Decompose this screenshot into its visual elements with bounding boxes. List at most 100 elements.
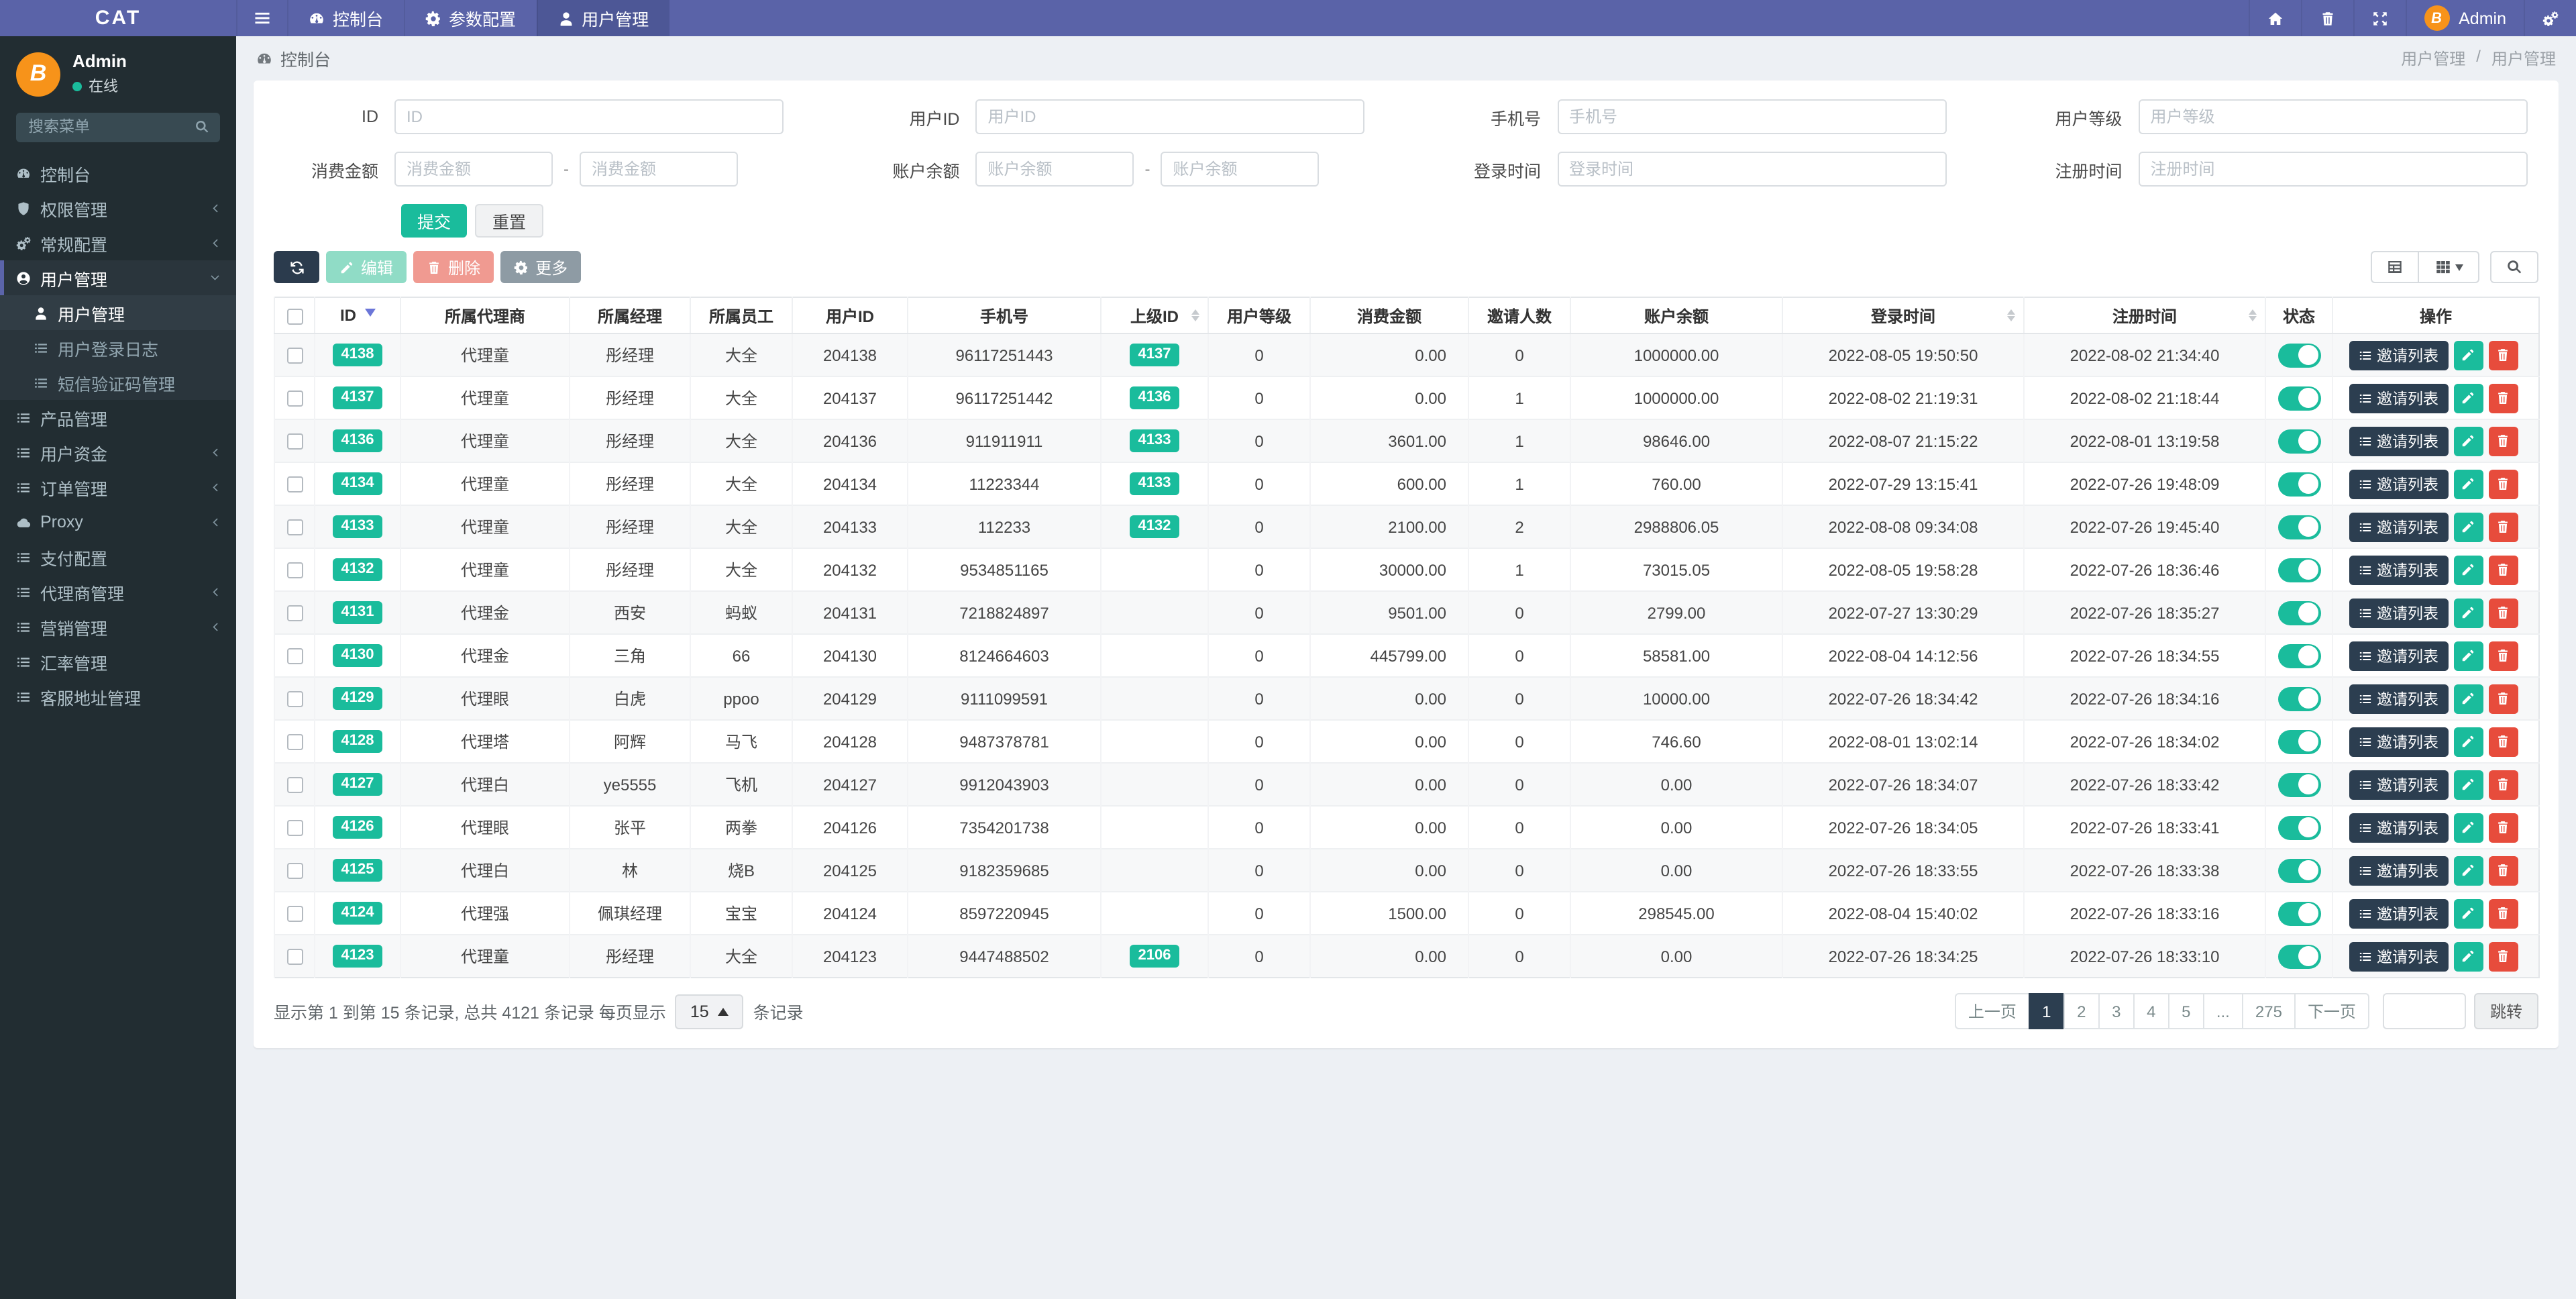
status-toggle[interactable] [2277, 558, 2320, 582]
refresh-button[interactable] [274, 251, 319, 283]
page-button-4[interactable]: 4 [2133, 993, 2169, 1029]
jump-page-input[interactable] [2382, 993, 2466, 1029]
status-toggle[interactable] [2277, 343, 2320, 367]
invite-list-button[interactable]: 邀请列表 [2349, 941, 2448, 971]
row-delete-button[interactable] [2488, 512, 2518, 541]
column-header-上级ID[interactable]: 上级ID [1100, 297, 1208, 334]
invite-list-button[interactable]: 邀请列表 [2349, 512, 2448, 541]
reset-button[interactable]: 重置 [475, 204, 544, 238]
row-delete-button[interactable] [2488, 469, 2518, 499]
row-checkbox[interactable] [286, 863, 303, 880]
status-toggle[interactable] [2277, 901, 2320, 925]
row-edit-button[interactable] [2453, 469, 2483, 499]
fullscreen-button[interactable] [2353, 0, 2405, 36]
row-checkbox[interactable] [286, 519, 303, 536]
page-button-275[interactable]: 275 [2241, 993, 2296, 1029]
brand-logo[interactable]: CAT [0, 0, 236, 36]
row-edit-button[interactable] [2453, 770, 2483, 799]
row-checkbox[interactable] [286, 820, 303, 837]
invite-list-button[interactable]: 邀请列表 [2349, 684, 2448, 713]
filter-id-input[interactable] [394, 99, 784, 134]
row-edit-button[interactable] [2453, 383, 2483, 413]
page-button-1[interactable]: 1 [2028, 993, 2065, 1029]
row-checkbox[interactable] [286, 777, 303, 794]
status-toggle[interactable] [2277, 472, 2320, 496]
row-delete-button[interactable] [2488, 855, 2518, 885]
page-button-...[interactable]: ... [2202, 993, 2243, 1029]
filter-user-id-input[interactable] [975, 99, 1365, 134]
columns-button[interactable] [2418, 251, 2479, 283]
sidebar-item-控制台[interactable]: 控制台 [0, 156, 236, 191]
page-button-5[interactable]: 5 [2167, 993, 2204, 1029]
row-delete-button[interactable] [2488, 813, 2518, 842]
row-edit-button[interactable] [2453, 941, 2483, 971]
row-delete-button[interactable] [2488, 641, 2518, 670]
status-toggle[interactable] [2277, 515, 2320, 539]
invite-list-button[interactable]: 邀请列表 [2349, 383, 2448, 413]
sidebar-item-用户登录日志[interactable]: 用户登录日志 [0, 330, 236, 365]
invite-list-button[interactable]: 邀请列表 [2349, 641, 2448, 670]
row-checkbox[interactable] [286, 476, 303, 493]
status-toggle[interactable] [2277, 858, 2320, 882]
filter-balance-min-input[interactable] [975, 152, 1134, 187]
toggle-view-button[interactable] [2371, 251, 2419, 283]
filter-login-time-input[interactable] [1557, 152, 1946, 187]
page-size-select[interactable]: 15 [675, 994, 744, 1029]
nav-item-控制台[interactable]: 控制台 [287, 0, 403, 36]
row-edit-button[interactable] [2453, 340, 2483, 370]
breadcrumb-item[interactable]: 用户管理 [2401, 47, 2465, 70]
row-checkbox[interactable] [286, 605, 303, 622]
row-delete-button[interactable] [2488, 727, 2518, 756]
invite-list-button[interactable]: 邀请列表 [2349, 426, 2448, 456]
status-toggle[interactable] [2277, 643, 2320, 668]
row-delete-button[interactable] [2488, 684, 2518, 713]
filter-consume-min-input[interactable] [394, 152, 553, 187]
invite-list-button[interactable]: 邀请列表 [2349, 855, 2448, 885]
row-checkbox[interactable] [286, 648, 303, 665]
delete-button[interactable]: 删除 [413, 251, 494, 283]
home-button[interactable] [2248, 0, 2300, 36]
column-header-ID[interactable]: ID [314, 297, 400, 334]
row-delete-button[interactable] [2488, 941, 2518, 971]
settings-button[interactable] [2524, 0, 2576, 36]
filter-reg-time-input[interactable] [2138, 152, 2528, 187]
row-checkbox[interactable] [286, 391, 303, 407]
column-header-注册时间[interactable]: 注册时间 [2023, 297, 2265, 334]
invite-list-button[interactable]: 邀请列表 [2349, 813, 2448, 842]
status-toggle[interactable] [2277, 601, 2320, 625]
column-header-登录时间[interactable]: 登录时间 [1782, 297, 2024, 334]
status-toggle[interactable] [2277, 686, 2320, 711]
sidebar-item-支付配置[interactable]: 支付配置 [0, 539, 236, 574]
invite-list-button[interactable]: 邀请列表 [2349, 598, 2448, 627]
sidebar-item-短信验证码管理[interactable]: 短信验证码管理 [0, 365, 236, 400]
sidebar-toggle-button[interactable] [236, 0, 287, 36]
sidebar-item-权限管理[interactable]: 权限管理 [0, 191, 236, 225]
sidebar-item-常规配置[interactable]: 常规配置 [0, 225, 236, 260]
sidebar-item-用户资金[interactable]: 用户资金 [0, 435, 236, 470]
invite-list-button[interactable]: 邀请列表 [2349, 898, 2448, 928]
sidebar-item-产品管理[interactable]: 产品管理 [0, 400, 236, 435]
row-edit-button[interactable] [2453, 684, 2483, 713]
submit-button[interactable]: 提交 [401, 204, 468, 238]
status-toggle[interactable] [2277, 944, 2320, 968]
invite-list-button[interactable]: 邀请列表 [2349, 555, 2448, 584]
page-button-3[interactable]: 3 [2098, 993, 2135, 1029]
row-edit-button[interactable] [2453, 855, 2483, 885]
select-all-checkbox[interactable] [286, 308, 303, 325]
row-checkbox[interactable] [286, 562, 303, 579]
status-toggle[interactable] [2277, 815, 2320, 839]
row-checkbox[interactable] [286, 691, 303, 708]
nav-item-参数配置[interactable]: 参数配置 [403, 0, 536, 36]
sidebar-item-用户管理[interactable]: 用户管理 [0, 295, 236, 330]
nav-item-用户管理[interactable]: 用户管理 [536, 0, 669, 36]
search-icon[interactable] [195, 119, 209, 134]
row-edit-button[interactable] [2453, 813, 2483, 842]
row-checkbox[interactable] [286, 433, 303, 450]
more-button[interactable]: 更多 [500, 251, 582, 283]
row-checkbox[interactable] [286, 949, 303, 966]
status-toggle[interactable] [2277, 729, 2320, 754]
row-edit-button[interactable] [2453, 598, 2483, 627]
table-search-button[interactable] [2490, 251, 2538, 283]
page-button-2[interactable]: 2 [2063, 993, 2100, 1029]
sidebar-item-营销管理[interactable]: 营销管理 [0, 609, 236, 644]
